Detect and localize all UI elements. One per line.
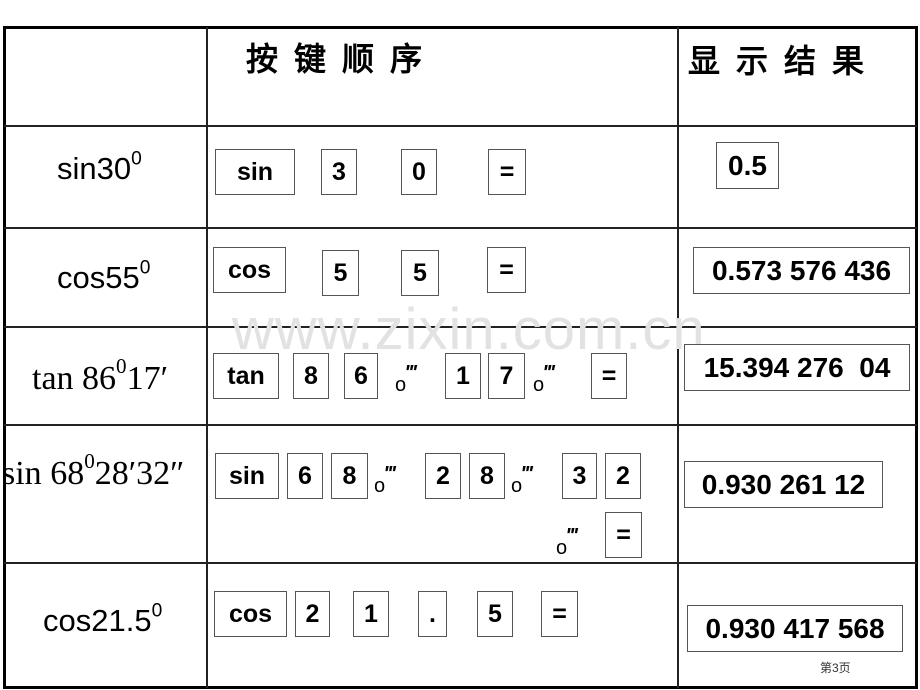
header-display-result: 显示结果 — [688, 42, 881, 80]
expression-tan86-17: tan 86017′ — [32, 356, 169, 398]
key-sin: sin — [215, 149, 295, 195]
expression-base: 68 — [50, 455, 85, 492]
key-equals: = — [605, 512, 642, 558]
key-5: 5 — [477, 591, 513, 637]
key-degree-minute-second: o‴ — [374, 463, 395, 497]
result-display-tan86-17: 15.394 276 04 — [684, 344, 910, 391]
expression-degree: 0 — [116, 354, 127, 379]
key-2: 2 — [425, 453, 461, 499]
key-8: 8 — [293, 353, 329, 399]
expression-function: sin — [2, 455, 51, 492]
key-2: 2 — [295, 591, 330, 637]
expression-base: 55 — [105, 260, 140, 295]
result-display-sin68-28-32: 0.930 261 12 — [684, 461, 883, 508]
key-5: 5 — [401, 250, 439, 296]
key-6: 6 — [287, 453, 323, 499]
key-equals: = — [541, 591, 578, 637]
key-7: 7 — [488, 353, 525, 399]
expression-base: 86 — [82, 360, 117, 397]
expression-sin30: sin300 — [57, 148, 142, 187]
expression-degree: 0 — [131, 148, 142, 170]
key-3: 3 — [562, 453, 597, 499]
key-degree-minute-second: o‴ — [533, 362, 554, 396]
table-border-top — [3, 26, 918, 29]
key-3: 3 — [321, 149, 357, 195]
key-degree-minute-second: o‴ — [511, 463, 532, 497]
key-equals: = — [488, 149, 526, 195]
expression-minutes-seconds: 28′32″ — [94, 455, 185, 492]
header-key-sequence: 按键顺序 — [246, 40, 439, 78]
expression-base: 30 — [96, 151, 132, 186]
row-divider-1 — [4, 125, 917, 127]
expression-function: cos — [57, 260, 106, 295]
key-6: 6 — [344, 353, 378, 399]
key-8: 8 — [469, 453, 505, 499]
expression-function: tan — [32, 360, 83, 397]
key-tan: tan — [213, 353, 279, 399]
result-display-sin30: 0.5 — [716, 142, 779, 189]
result-display-cos21-5: 0.930 417 568 — [687, 605, 903, 652]
key-cos: cos — [213, 247, 286, 293]
key-sin: sin — [215, 453, 279, 499]
row-divider-4 — [4, 424, 917, 426]
result-display-cos55: 0.573 576 436 — [693, 247, 910, 294]
key-degree-minute-second: o‴ — [395, 362, 416, 396]
key-equals: = — [591, 353, 627, 399]
key-1: 1 — [353, 591, 389, 637]
expression-cos21-5: cos21.50 — [43, 600, 163, 639]
key-0: 0 — [401, 149, 437, 195]
row-divider-5 — [4, 562, 917, 564]
expression-base: 21.5 — [91, 603, 152, 638]
expression-sin68-28-32: sin 68028′32″ — [2, 451, 185, 493]
expression-degree: 0 — [151, 600, 163, 622]
expression-degree: 0 — [139, 257, 151, 279]
key-equals: = — [487, 247, 526, 293]
key-1: 1 — [445, 353, 481, 399]
expression-minutes: 17′ — [126, 360, 169, 397]
key-8: 8 — [331, 453, 368, 499]
expression-cos55: cos550 — [57, 257, 151, 296]
key-2: 2 — [605, 453, 641, 499]
expression-function: sin — [57, 151, 97, 186]
key-degree-minute-second: o‴ — [556, 525, 577, 559]
page-number: 第3页 — [820, 661, 851, 675]
key-decimal-point: . — [418, 591, 447, 637]
table-border-bottom — [3, 686, 918, 689]
key-cos: cos — [214, 591, 287, 637]
expression-function: cos — [43, 603, 92, 638]
key-5: 5 — [322, 250, 359, 296]
expression-degree: 0 — [84, 449, 95, 474]
row-divider-2 — [4, 227, 917, 229]
